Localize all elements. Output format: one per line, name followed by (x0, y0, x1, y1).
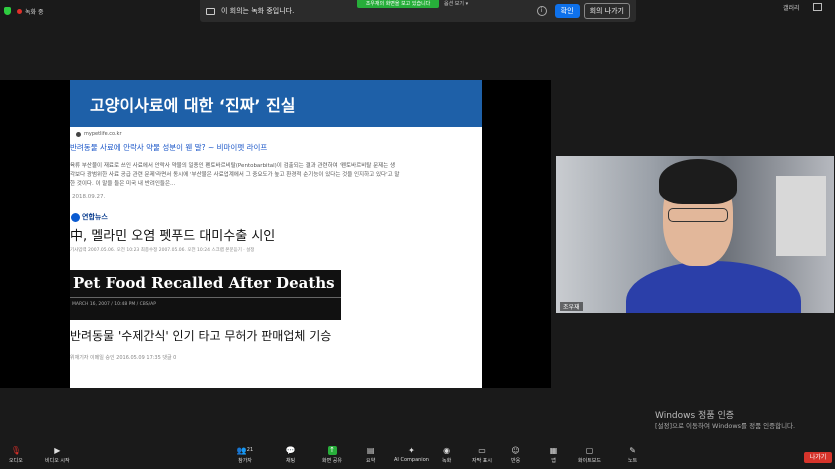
windows-activation-sub: [설정]으로 이동하여 Windows를 정품 인증합니다. (655, 422, 796, 430)
chat-icon: 💬 (285, 446, 296, 455)
share-screen-icon: ↑ (327, 446, 337, 455)
ai-label: AI Companion (394, 457, 429, 463)
start-video-button[interactable]: ▶ 비디오 시작 (45, 446, 70, 464)
participant-name: 조우재 (560, 302, 583, 311)
recording-icon (206, 7, 215, 15)
cbs-banner-title: Pet Food Recalled After Deaths (73, 274, 335, 292)
reactions-label: 반응 (511, 458, 521, 464)
participant-video[interactable]: 조우재 (556, 156, 834, 313)
notes-icon: ✎ (629, 446, 636, 455)
full-screen-icon[interactable] (813, 3, 822, 11)
view-options-dropdown[interactable]: 옵션 보기 ▾ (444, 0, 468, 8)
participants-button[interactable]: 👥 21 참가자 (236, 446, 254, 464)
whiteboard-label: 화이트보드 (578, 458, 602, 464)
article3-title: 반려동물 '수제간식' 인기 타고 무허가 판매업체 기승 (70, 329, 332, 343)
yonhap-label: 연합뉴스 (82, 213, 108, 221)
view-options-label: 옵션 보기 (444, 1, 464, 7)
article1-body: 육류 부산물이 재료로 쓰인 사료에서 안락사 약물의 일종인 펜토바르비탈(P… (70, 163, 400, 187)
paw-icon (76, 131, 81, 137)
apps-button[interactable]: ▦ 앱 (549, 446, 558, 464)
record-button[interactable]: ◉ 녹화 (442, 446, 451, 464)
slide-header: 고양이사료에 대한 ‘진짜’ 진실 (70, 80, 482, 127)
reactions-icon: ☺ (511, 446, 520, 455)
recording-indicator[interactable]: 녹화 중 (4, 4, 43, 18)
leave-meeting-button[interactable]: 회의 나가기 (583, 3, 630, 19)
presentation-slide: 고양이사료에 대한 ‘진짜’ 진실 mypetlife.co.kr 반려동물 사… (70, 80, 482, 388)
share-screen-button[interactable]: ↑ 화면 공유 (322, 446, 342, 464)
chat-button[interactable]: 💬 채팅 (285, 446, 296, 464)
summary-button[interactable]: ▤ 요약 (366, 446, 375, 464)
article1-site: mypetlife.co.kr (76, 131, 122, 137)
whiteboard-button[interactable]: ▢ 화이트보드 (578, 446, 601, 464)
info-icon[interactable]: i (536, 6, 547, 16)
participants-icon: 👥 21 (236, 446, 254, 455)
microphone-muted-icon: 🎙 (10, 446, 21, 455)
participants-count: 21 (246, 447, 254, 453)
notes-label: 노트 (628, 458, 638, 464)
summary-icon: ▤ (366, 446, 375, 455)
article2-meta: 기사입력 2007.05.06. 오전 10:23 최종수정 2007.05.0… (70, 248, 255, 253)
shared-screen: 고양이사료에 대한 ‘진짜’ 진실 mypetlife.co.kr 반려동물 사… (0, 80, 551, 388)
article2-title: 中, 멜라민 오염 펫푸드 대미수출 시인 (70, 229, 276, 244)
gallery-view-button[interactable]: 갤러리 (783, 3, 800, 12)
viewing-screen-pill: 조우재의 화면을 보고 있습니다 (357, 0, 439, 8)
security-shield-icon (4, 7, 11, 15)
captions-icon: ▭ (478, 446, 486, 455)
reactions-button[interactable]: ☺ 반응 (511, 446, 520, 464)
apps-label: 앱 (551, 458, 556, 464)
confirm-button[interactable]: 확인 (554, 4, 580, 18)
participant-glasses (668, 208, 728, 222)
video-window (776, 176, 826, 256)
audio-button[interactable]: 🎙 오디오 (9, 446, 23, 464)
notes-button[interactable]: ✎ 노트 (628, 446, 637, 464)
leave-button[interactable]: 나가기 (804, 452, 832, 463)
ai-sparkle-icon: ✦ (408, 446, 415, 455)
captions-button[interactable]: ▭ 자막 표시 (472, 446, 492, 464)
video-off-icon: ▶ (54, 446, 61, 455)
record-label: 녹화 (442, 458, 452, 464)
video-label: 비디오 시작 (45, 458, 70, 464)
cbs-banner-date: MARCH 16, 2007 / 10:48 PM / CBS/AP (72, 302, 156, 307)
article1-date: 2018.09.27. (72, 194, 106, 200)
yonhap-logo: 연합뉴스 (71, 212, 108, 222)
article3-meta: 위재기자 이메일 승인 2016.05.09 17:35 댓글 0 (70, 355, 177, 361)
participants-label: 참가자 (238, 458, 252, 464)
apps-icon: ▦ (549, 446, 558, 455)
share-label: 화면 공유 (322, 458, 342, 464)
chat-label: 채팅 (286, 458, 296, 464)
record-dot-icon (17, 8, 22, 14)
article1-title: 반려동물 사료에 안락사 약물 성분이 웬 말? ~ 비마이펫 라이프 (70, 143, 268, 152)
cbs-divider (70, 297, 341, 298)
recording-label: 녹화 중 (25, 8, 44, 16)
record-icon: ◉ (443, 446, 451, 455)
participant-hair (659, 159, 737, 204)
cbs-banner: Pet Food Recalled After Deaths MARCH 16,… (70, 270, 341, 320)
yonhap-logo-icon (71, 212, 80, 222)
whiteboard-icon: ▢ (585, 446, 594, 455)
article1-site-label: mypetlife.co.kr (84, 131, 122, 137)
summary-label: 요약 (366, 458, 376, 464)
slide-title: 고양이사료에 대한 ‘진짜’ 진실 (90, 96, 296, 115)
ai-companion-button[interactable]: ✦ AI Companion (394, 446, 429, 463)
captions-label: 자막 표시 (472, 458, 492, 464)
audio-label: 오디오 (9, 458, 23, 464)
